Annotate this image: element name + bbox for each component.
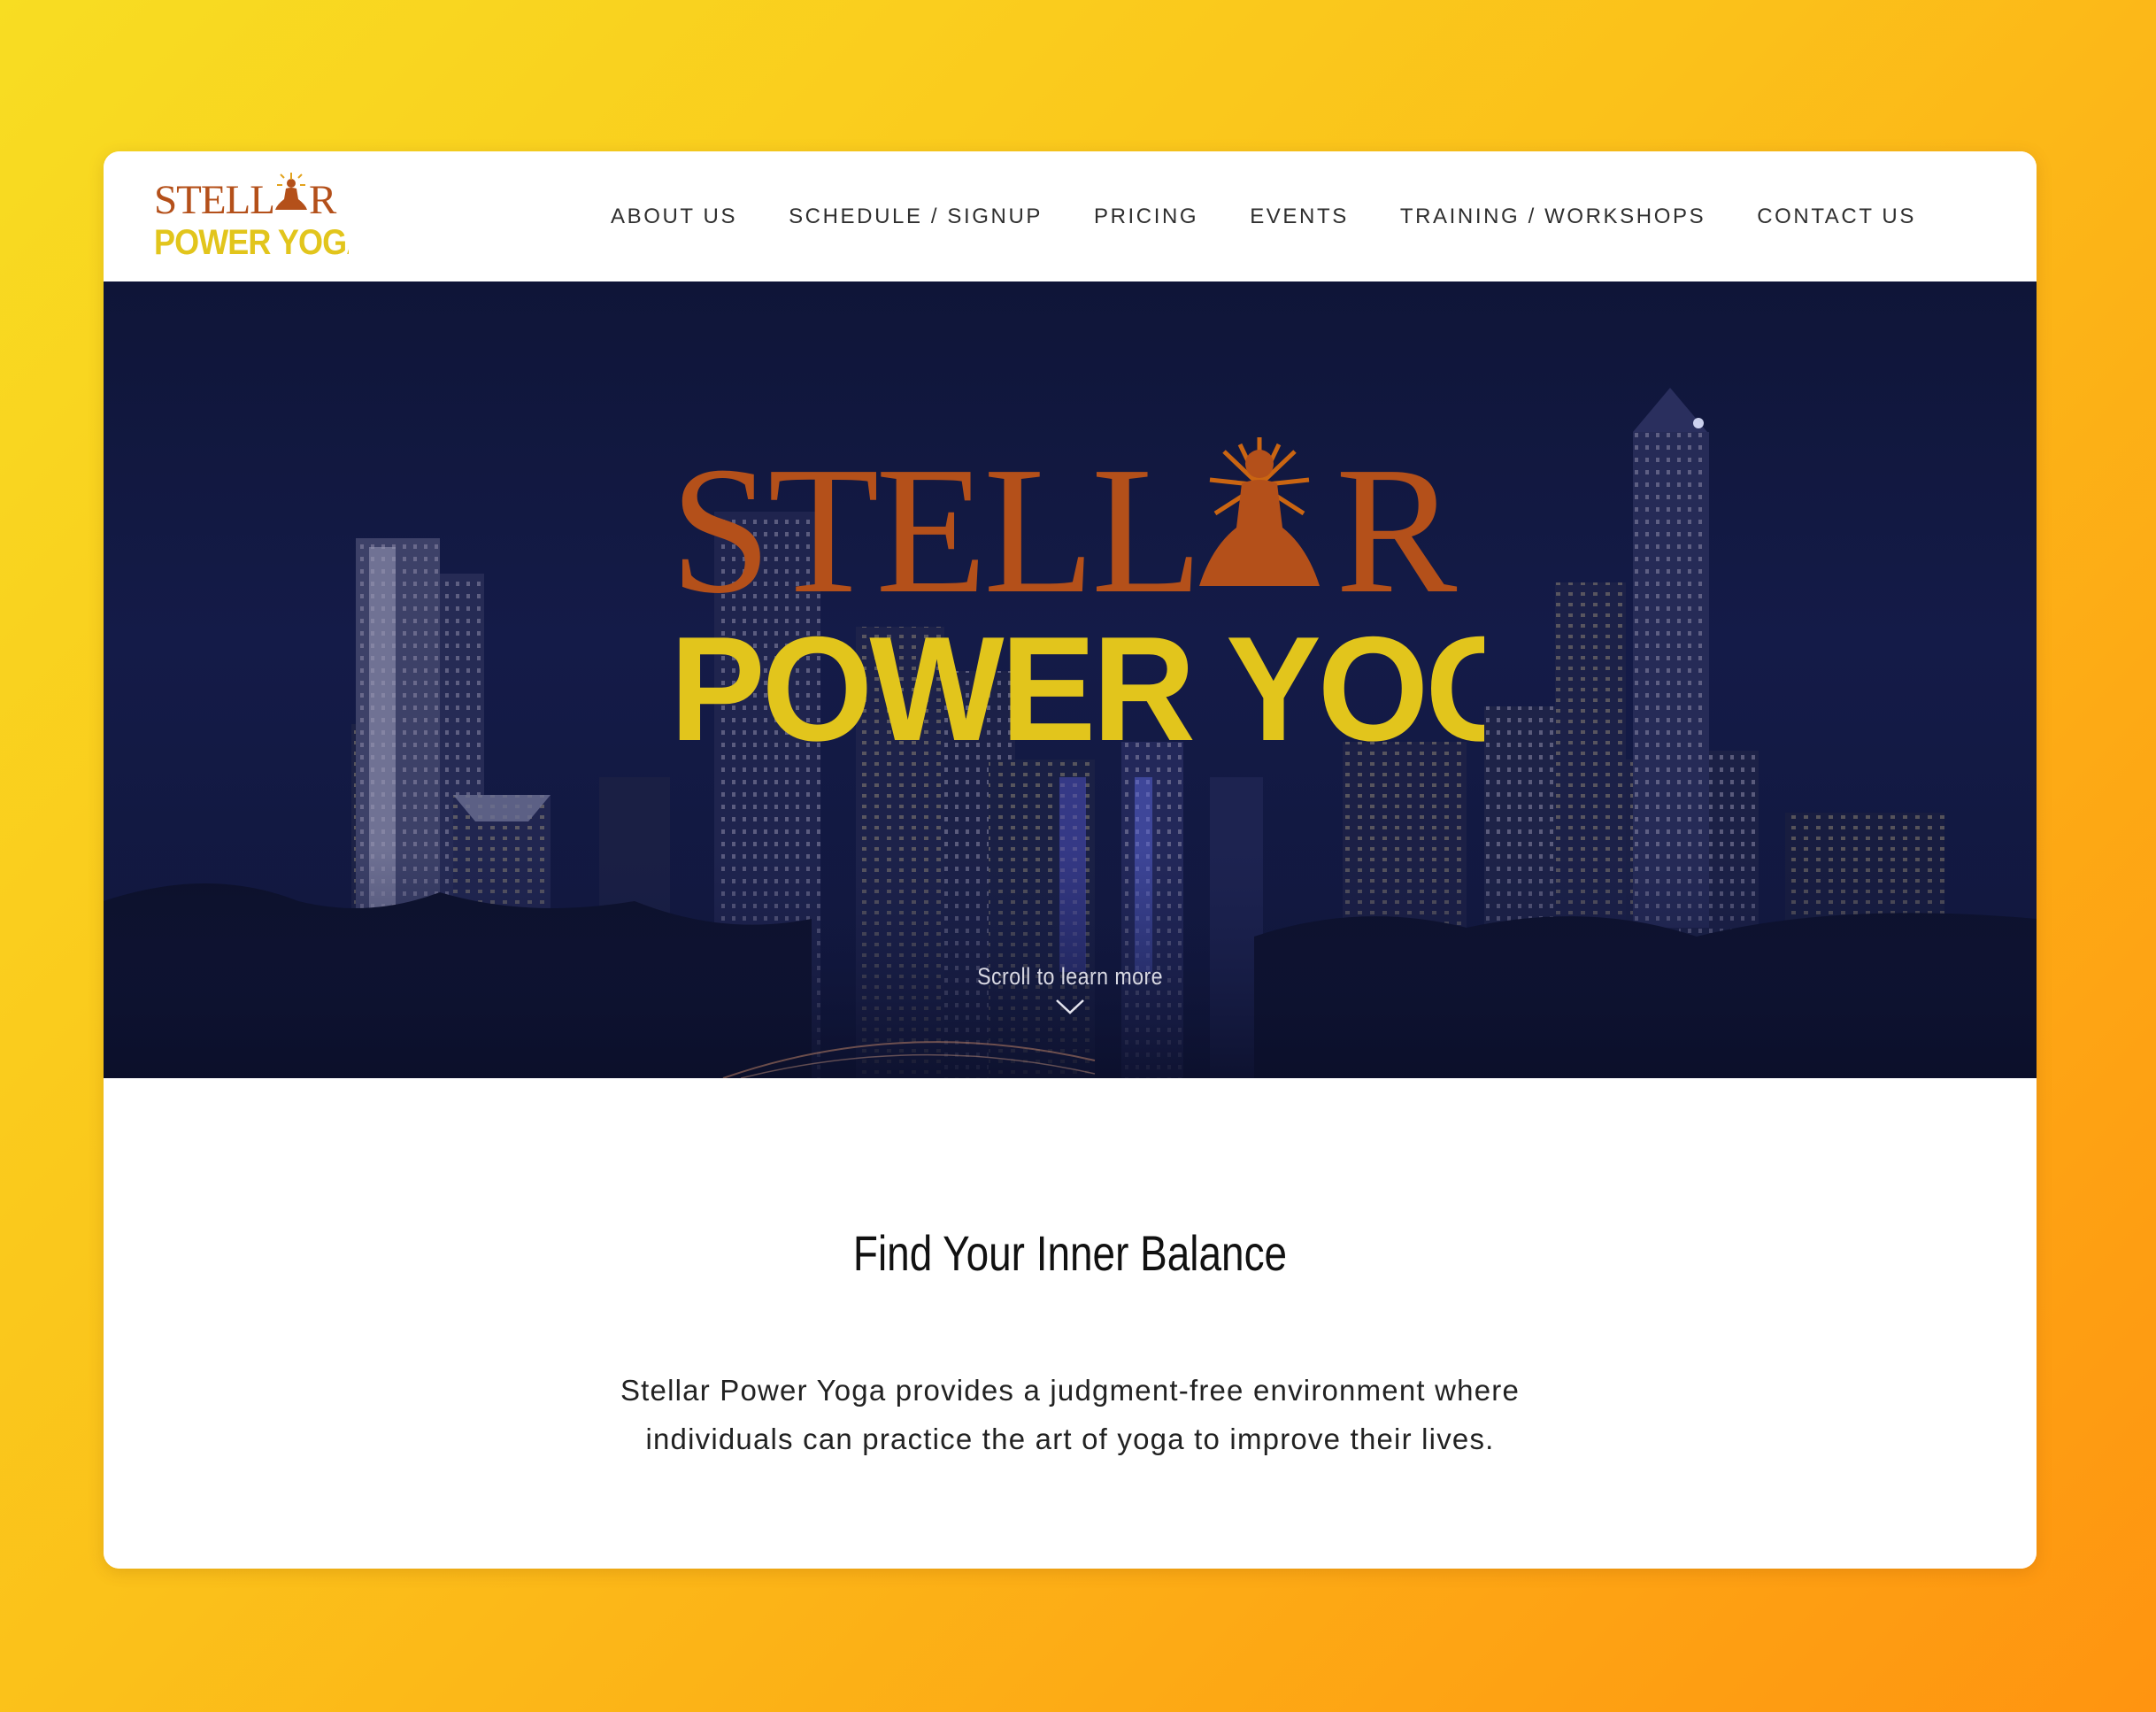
nav-about-us[interactable]: ABOUT US xyxy=(611,204,737,229)
intro-paragraph: Stellar Power Yoga provides a judgment-f… xyxy=(546,1366,1594,1463)
nav-events[interactable]: EVENTS xyxy=(1250,204,1349,229)
chevron-down-icon[interactable] xyxy=(1055,998,1085,1015)
browser-page: STELL R POWER YOGA ABOUT US SCHEDULE / S… xyxy=(104,151,2037,1569)
meditating-figure-icon xyxy=(1199,437,1320,586)
main-nav: ABOUT US SCHEDULE / SIGNUP PRICING EVENT… xyxy=(585,151,1942,281)
intro-paragraph-line-1: Stellar Power Yoga provides a judgment-f… xyxy=(620,1374,1521,1407)
hero-logo: STELL R POWER YOGA xyxy=(670,432,1484,751)
nav-contact-us[interactable]: CONTACT US xyxy=(1757,204,1916,229)
scroll-hint[interactable]: Scroll to learn more xyxy=(104,963,2037,1015)
svg-text:POWER YOGA: POWER YOGA xyxy=(154,223,349,259)
site-header: STELL R POWER YOGA ABOUT US SCHEDULE / S… xyxy=(104,151,2037,281)
svg-text:STELL: STELL xyxy=(154,177,274,223)
svg-text:STELL: STELL xyxy=(670,432,1199,631)
scroll-hint-label: Scroll to learn more xyxy=(977,963,1163,990)
intro-paragraph-line-2: individuals can practice the art of yoga… xyxy=(645,1423,1495,1455)
svg-text:R: R xyxy=(1336,432,1458,631)
hero-banner: STELL R POWER YOGA xyxy=(104,281,2037,1078)
nav-pricing[interactable]: PRICING xyxy=(1094,204,1198,229)
svg-text:POWER YOGA: POWER YOGA xyxy=(670,605,1484,751)
intro-section: Find Your Inner Balance Stellar Power Yo… xyxy=(104,1078,2037,1569)
nav-training-workshops[interactable]: TRAINING / WORKSHOPS xyxy=(1400,204,1706,229)
meditating-figure-icon xyxy=(275,173,307,210)
section-heading: Find Your Inner Balance xyxy=(852,1225,1288,1281)
site-logo[interactable]: STELL R POWER YOGA xyxy=(154,171,349,259)
nav-schedule-signup[interactable]: SCHEDULE / SIGNUP xyxy=(789,204,1043,229)
svg-text:R: R xyxy=(309,177,337,223)
